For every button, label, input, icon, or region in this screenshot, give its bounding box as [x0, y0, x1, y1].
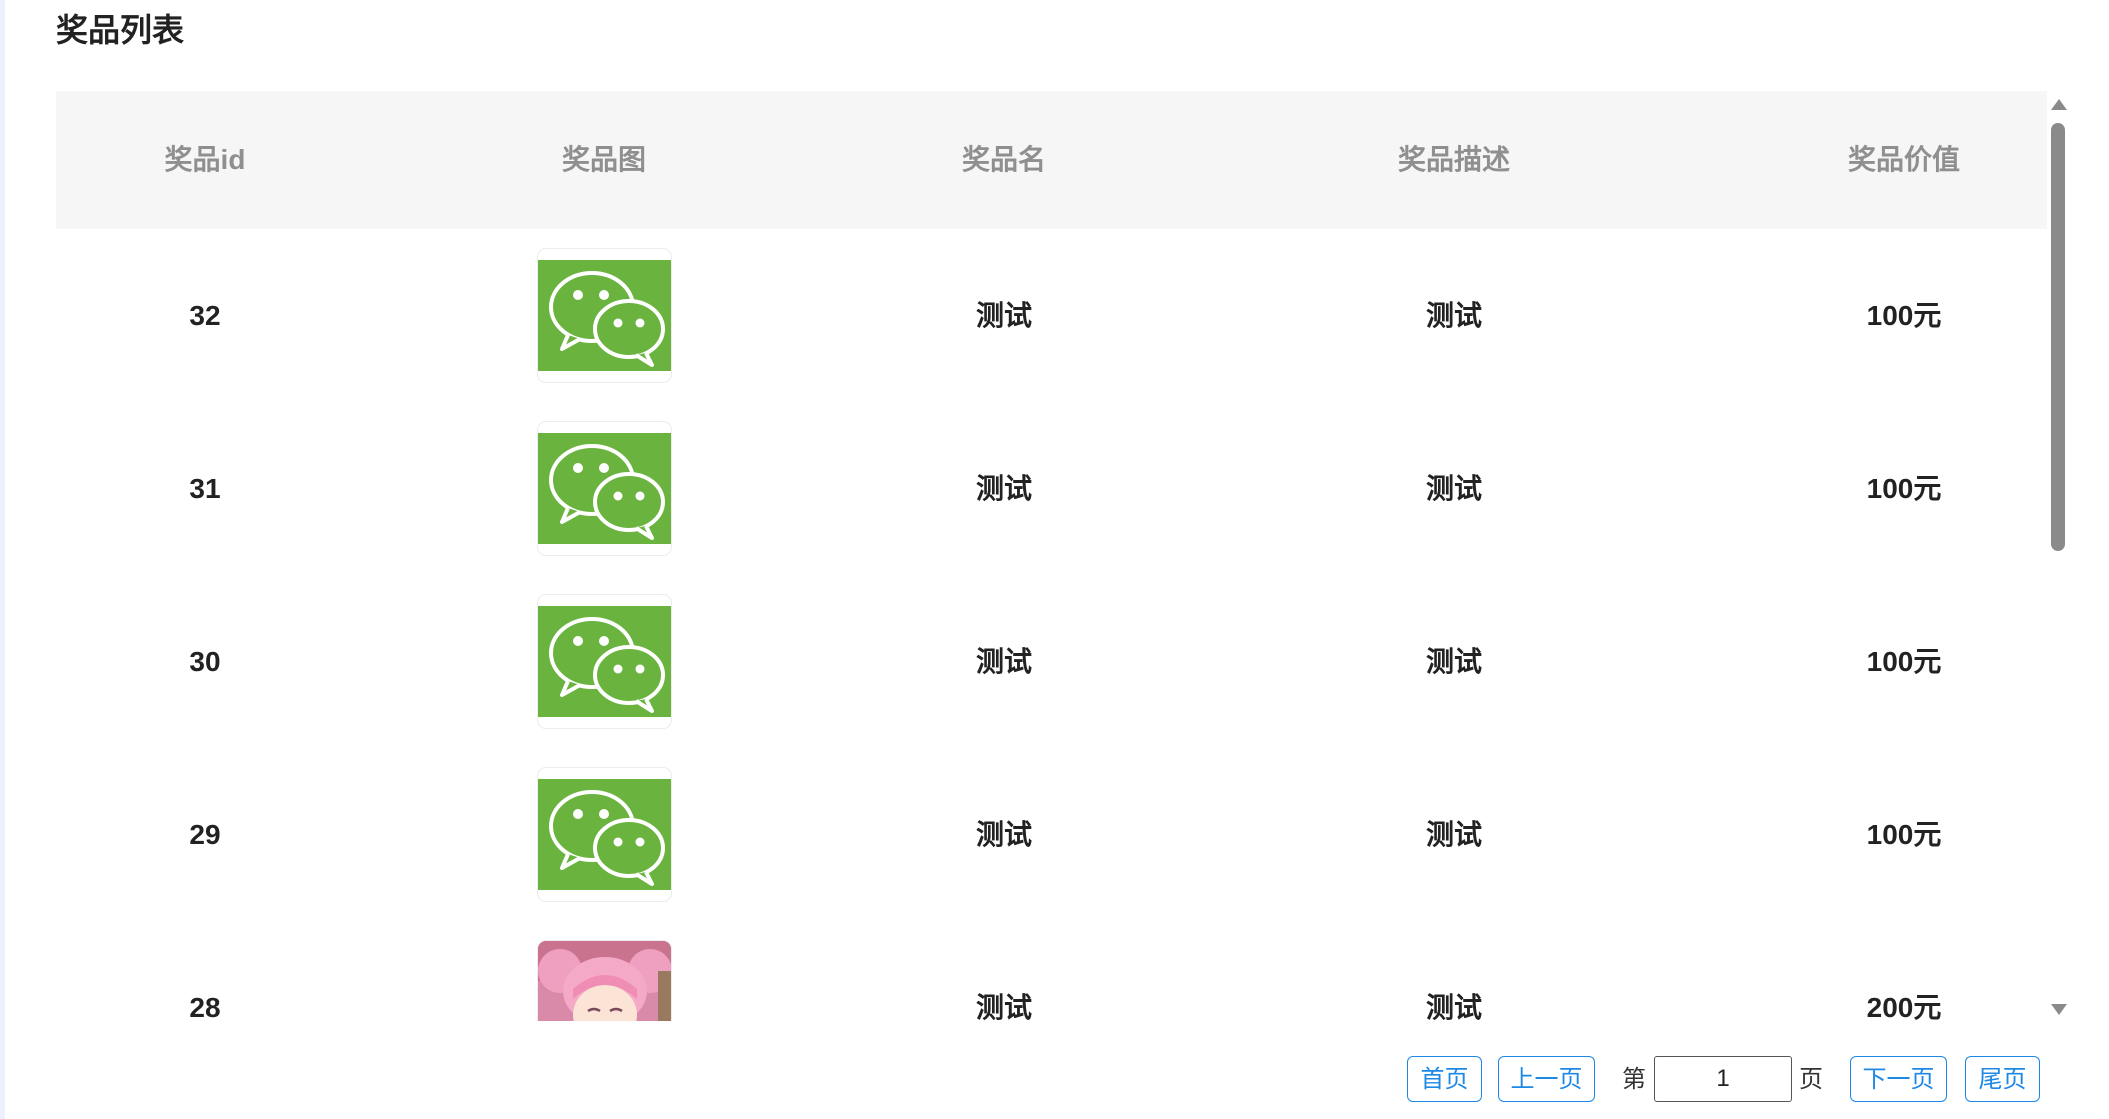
prize-id-cell: 30: [189, 646, 221, 677]
prev-page-button[interactable]: 上一页: [1498, 1056, 1595, 1102]
prize-name-cell: 测试: [975, 300, 1032, 331]
pagination: 首页 上一页 第 页 下一页 尾页: [0, 1056, 2109, 1102]
scroll-up-arrow-icon[interactable]: [2051, 99, 2067, 110]
prize-list-page: 奖品列表 奖品id 奖品图 奖品名 奖品描述 奖品价值 32 测试 测试 100…: [0, 0, 2109, 1119]
wechat-icon: [538, 779, 671, 890]
page-title: 奖品列表: [56, 12, 185, 48]
column-header-name: 奖品名: [961, 144, 1046, 175]
wechat-icon: [538, 260, 671, 371]
prize-value-cell: 100元: [1866, 819, 1942, 850]
prize-name-cell: 测试: [975, 819, 1032, 850]
prize-image[interactable]: [538, 422, 671, 555]
table-row: 29 测试 测试 100元: [56, 748, 2047, 921]
scroll-down-arrow-icon[interactable]: [2051, 1004, 2067, 1015]
table-row: 32 测试 测试 100元: [56, 229, 2047, 402]
wechat-icon: [538, 433, 671, 544]
scrollbar-thumb[interactable]: [2051, 123, 2065, 551]
prize-id-cell: 28: [189, 992, 221, 1021]
column-header-value: 奖品价值: [1847, 144, 1960, 175]
prize-name-cell: 测试: [975, 992, 1032, 1021]
prize-image[interactable]: [538, 595, 671, 728]
table-body: 32 测试 测试 100元 31 测试 测试 100元 30 测试 测试 100…: [56, 229, 2047, 1021]
column-header-description: 奖品描述: [1397, 144, 1510, 175]
page-prefix-label: 第: [1622, 1065, 1646, 1093]
prize-description-cell: 测试: [1425, 473, 1482, 504]
table-scrollbar[interactable]: [2047, 91, 2069, 1021]
table-row: 28 测试 测试 200元: [56, 921, 2047, 1021]
prize-description-cell: 测试: [1425, 300, 1482, 331]
prize-value-cell: 200元: [1866, 992, 1942, 1021]
prize-image[interactable]: [538, 768, 671, 901]
prize-id-cell: 29: [189, 819, 221, 850]
table-row: 30 测试 测试 100元: [56, 575, 2047, 748]
prize-image[interactable]: [538, 249, 671, 382]
prize-description-cell: 测试: [1425, 819, 1482, 850]
prize-value-cell: 100元: [1866, 646, 1942, 677]
next-page-button[interactable]: 下一页: [1850, 1056, 1947, 1102]
prize-id-cell: 32: [189, 300, 221, 331]
prize-image[interactable]: [538, 941, 671, 1021]
table-row: 31 测试 测试 100元: [56, 402, 2047, 575]
page-number-input[interactable]: [1654, 1056, 1792, 1102]
column-header-id: 奖品id: [164, 144, 246, 175]
wechat-icon: [538, 606, 671, 717]
page-suffix-label: 页: [1799, 1065, 1823, 1093]
table-header: 奖品id 奖品图 奖品名 奖品描述 奖品价值: [56, 91, 2047, 229]
column-header-image: 奖品图: [561, 144, 646, 175]
prize-table: 奖品id 奖品图 奖品名 奖品描述 奖品价值 32 测试 测试 100元 31 …: [56, 91, 2047, 1021]
prize-value-cell: 100元: [1866, 473, 1942, 504]
prize-value-cell: 100元: [1866, 300, 1942, 331]
prize-name-cell: 测试: [975, 646, 1032, 677]
prize-description-cell: 测试: [1425, 646, 1482, 677]
last-page-button[interactable]: 尾页: [1965, 1056, 2040, 1102]
left-edge-strip: [0, 0, 5, 1119]
prize-id-cell: 31: [189, 473, 221, 504]
prize-description-cell: 测试: [1425, 992, 1482, 1021]
prize-name-cell: 测试: [975, 473, 1032, 504]
first-page-button[interactable]: 首页: [1407, 1056, 1482, 1102]
anime-character-image: [538, 941, 671, 1021]
